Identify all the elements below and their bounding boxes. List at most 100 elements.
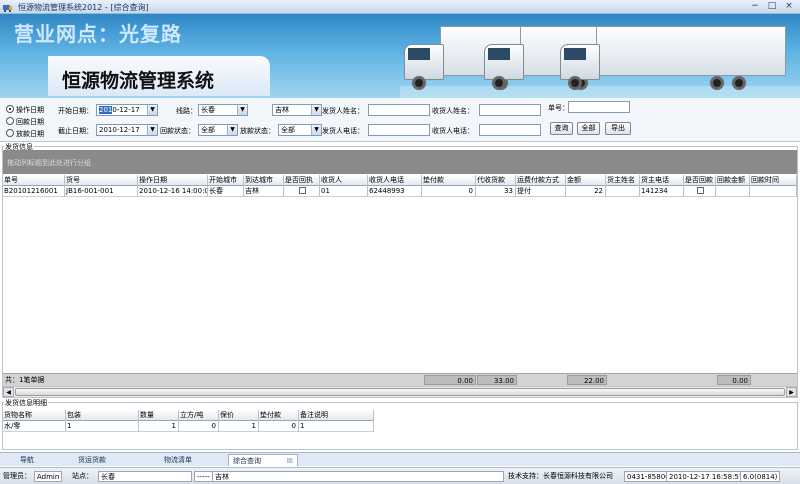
col-header[interactable]: 货主电话 bbox=[640, 175, 684, 186]
col-header[interactable]: 到达城市 bbox=[244, 175, 284, 186]
col-header[interactable]: 是否回款 bbox=[684, 175, 716, 186]
system-name: 恒源物流管理系统 bbox=[62, 70, 215, 92]
tab-close-icon[interactable]: ☒ bbox=[287, 455, 293, 467]
col-header[interactable]: 单号 bbox=[3, 175, 65, 186]
col-header[interactable]: 货物名称 bbox=[3, 410, 66, 421]
receiver-phone-input[interactable] bbox=[479, 124, 541, 136]
detail-grid-header: 货物名称 包装 数量 立方/吨 保价 垫付款 备注说明 bbox=[3, 410, 374, 421]
scroll-left-icon[interactable]: ◀ bbox=[3, 387, 14, 397]
receiver-name-input[interactable] bbox=[479, 104, 541, 116]
col-header[interactable]: 回款金额 bbox=[716, 175, 750, 186]
cell-collect: 33 bbox=[476, 186, 516, 197]
cell-volume: 0 bbox=[179, 421, 219, 432]
route-value: 吉林 bbox=[212, 471, 504, 482]
col-header[interactable]: 开始城市 bbox=[208, 175, 244, 186]
col-header[interactable]: 回款时间 bbox=[750, 175, 797, 186]
payment-status-select[interactable]: 全部 ▼ bbox=[198, 124, 238, 136]
start-date-label: 开始日期： bbox=[58, 107, 93, 115]
receiver-name-label: 收货人姓名： bbox=[432, 107, 474, 115]
cell-owner-phone: 141234 bbox=[640, 186, 684, 197]
start-date-picker[interactable]: 2010-12-17 ▼ bbox=[96, 104, 158, 116]
col-header[interactable]: 垫付款 bbox=[259, 410, 299, 421]
payment-status-value: 全部 bbox=[201, 126, 215, 134]
cell-detail-advance: 0 bbox=[259, 421, 299, 432]
table-row[interactable]: 水/零 1 1 0 1 0 1 bbox=[3, 421, 374, 432]
scroll-right-icon[interactable]: ▶ bbox=[786, 387, 797, 397]
col-header[interactable]: 包装 bbox=[66, 410, 139, 421]
chevron-down-icon[interactable]: ▼ bbox=[227, 125, 237, 135]
collect-total: 33.00 bbox=[477, 375, 517, 385]
start-date-selected: 201 bbox=[99, 106, 113, 114]
radio-payment-date[interactable] bbox=[6, 117, 14, 125]
export-button[interactable]: 导出 bbox=[605, 122, 631, 135]
cell-receiver: 01 bbox=[320, 186, 368, 197]
col-header[interactable]: 立方/吨 bbox=[179, 410, 219, 421]
col-header[interactable]: 货主姓名 bbox=[606, 175, 640, 186]
start-date-rest: 0-12-17 bbox=[112, 106, 140, 114]
col-header[interactable]: 垫付款 bbox=[422, 175, 476, 186]
app-version: 6.0(0814) bbox=[740, 471, 781, 482]
radio-op-date[interactable] bbox=[6, 105, 14, 113]
end-date-picker[interactable]: 2010-12-17 ▼ bbox=[96, 124, 158, 136]
chevron-down-icon[interactable]: ▼ bbox=[237, 105, 247, 115]
col-header[interactable]: 收货人电话 bbox=[368, 175, 422, 186]
sender-phone-input[interactable] bbox=[368, 124, 430, 136]
show-all-button[interactable]: 全部 bbox=[577, 122, 600, 135]
amount-total: 22.00 bbox=[567, 375, 607, 385]
tab-logistics-list[interactable]: 物流清单 bbox=[164, 454, 192, 466]
horizontal-scrollbar[interactable]: ◀ ▶ bbox=[3, 386, 797, 397]
chevron-down-icon[interactable]: ▼ bbox=[147, 105, 157, 115]
group-by-panel[interactable]: 拖动列标题到此处进行分组 bbox=[3, 150, 797, 174]
col-header[interactable]: 备注说明 bbox=[299, 410, 374, 421]
route-origin-select[interactable]: 长春 ▼ bbox=[198, 104, 248, 116]
operator-value: Admin bbox=[34, 471, 63, 482]
chevron-down-icon[interactable]: ▼ bbox=[147, 125, 157, 135]
cell-receiver-phone: 62448993 bbox=[368, 186, 422, 197]
end-date-label: 截止日期： bbox=[58, 127, 93, 135]
sender-name-input[interactable] bbox=[368, 104, 430, 116]
cell-receipt bbox=[284, 186, 320, 197]
cell-goods-name: 水/零 bbox=[3, 421, 66, 432]
col-header[interactable]: 数量 bbox=[139, 410, 179, 421]
sender-phone-label: 发货人电话： bbox=[322, 127, 364, 135]
record-count: 共：1笔单据 bbox=[5, 376, 45, 384]
receipt-checkbox[interactable] bbox=[298, 187, 306, 194]
col-header[interactable]: 代收货款 bbox=[476, 175, 516, 186]
app-icon bbox=[3, 5, 12, 12]
col-header[interactable]: 收货人 bbox=[320, 175, 368, 186]
order-no-label: 单号： bbox=[548, 104, 569, 112]
radio-op-date-label: 操作日期 bbox=[16, 106, 44, 114]
tab-comprehensive-query[interactable]: 综合查询 ☒ bbox=[228, 454, 298, 466]
paid-back-checkbox[interactable] bbox=[696, 187, 704, 194]
query-button[interactable]: 查询 bbox=[550, 122, 573, 135]
col-header[interactable]: 金额 bbox=[566, 175, 606, 186]
route-label: 线路： bbox=[176, 107, 197, 115]
radio-release-date[interactable] bbox=[6, 129, 14, 137]
minimize-icon[interactable]: − bbox=[748, 1, 762, 12]
order-no-input[interactable] bbox=[568, 101, 630, 113]
close-icon[interactable]: × bbox=[782, 1, 796, 12]
group-by-hint: 拖动列标题到此处进行分组 bbox=[7, 159, 91, 167]
radio-payment-date-label: 回款日期 bbox=[16, 118, 44, 126]
cell-paid-time bbox=[750, 186, 797, 197]
col-header[interactable]: 货号 bbox=[65, 175, 138, 186]
chevron-down-icon[interactable]: ▼ bbox=[311, 125, 321, 135]
scroll-thumb[interactable] bbox=[15, 388, 785, 396]
table-row[interactable]: B20101216001 JB16-001-001 2010-12-16 14:… bbox=[3, 186, 797, 197]
module-tabs: 导航 货运货款 物流清单 综合查询 ☒ bbox=[0, 452, 800, 466]
col-header[interactable]: 是否回执 bbox=[284, 175, 320, 186]
maximize-icon[interactable]: □ bbox=[765, 1, 779, 12]
release-status-select[interactable]: 全部 ▼ bbox=[278, 124, 322, 136]
tab-navigation[interactable]: 导航 bbox=[20, 454, 34, 466]
col-header[interactable]: 保价 bbox=[219, 410, 259, 421]
shipment-summary-bar: 共：1笔单据 0.00 33.00 22.00 0.00 bbox=[3, 373, 797, 386]
col-header[interactable]: 操作日期 bbox=[138, 175, 208, 186]
operator-label: 管理员： bbox=[3, 472, 31, 480]
receiver-phone-label: 收货人电话： bbox=[432, 127, 474, 135]
chevron-down-icon[interactable]: ▼ bbox=[311, 105, 321, 115]
cell-to-city: 吉林 bbox=[244, 186, 284, 197]
shipment-grid-header: 单号 货号 操作日期 开始城市 到达城市 是否回执 收货人 收货人电话 垫付款 … bbox=[3, 175, 797, 186]
route-destination-select[interactable]: 吉林 ▼ bbox=[272, 104, 322, 116]
tab-freight-payment[interactable]: 货运货款 bbox=[78, 454, 106, 466]
col-header[interactable]: 运费付款方式 bbox=[516, 175, 566, 186]
